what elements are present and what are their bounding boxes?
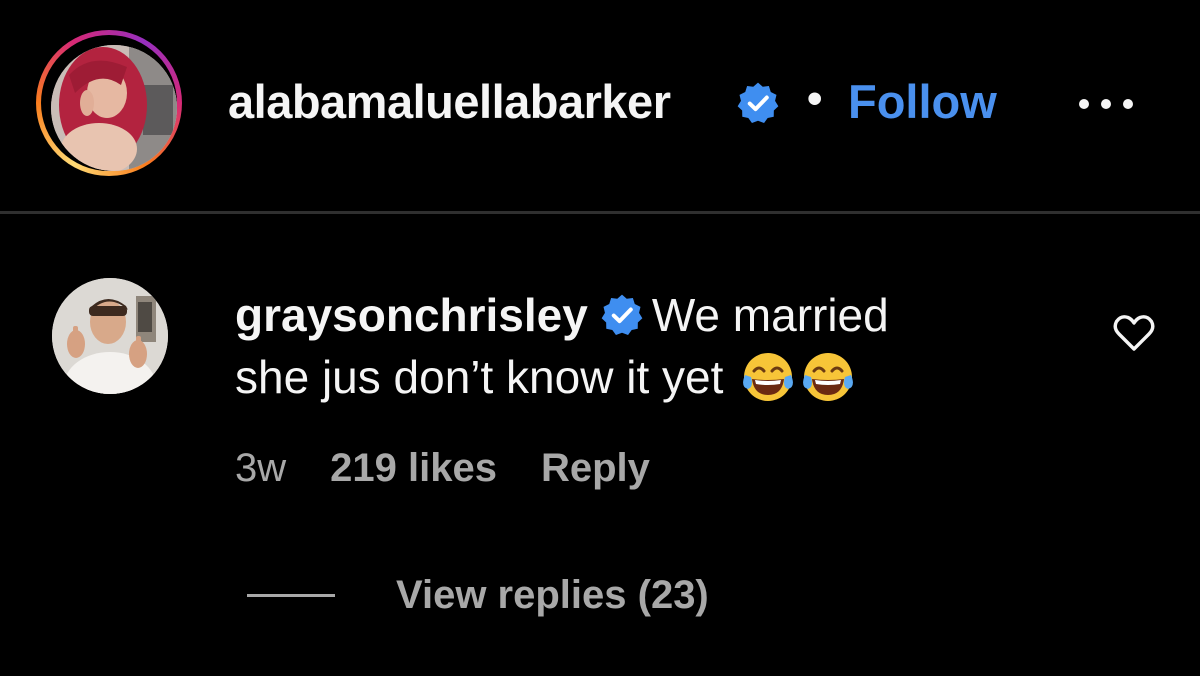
heart-outline-icon[interactable] [1112,313,1156,353]
comment-body: graysonchrisley We married she jus don’t… [235,284,1055,408]
author-username[interactable]: alabamaluellabarker [228,74,671,129]
commenter-avatar[interactable] [52,278,168,394]
header-divider [0,211,1200,214]
face-with-tears-of-joy-icon [743,353,794,401]
reply-button[interactable]: Reply [541,446,650,490]
more-options-icon[interactable] [1074,92,1138,116]
comment-line-1: graysonchrisley We married [235,284,1055,346]
face-with-tears-of-joy-icon [803,353,854,401]
comment-text-line1: We married [651,289,889,341]
story-ring-gap [41,35,177,171]
author-avatar[interactable] [51,45,177,171]
commenter-username[interactable]: graysonchrisley [235,289,588,341]
verified-badge-icon [601,294,643,336]
view-replies-button[interactable]: View replies (23) [396,573,709,618]
follow-button[interactable]: Follow [848,74,997,129]
story-ring[interactable] [36,30,182,176]
post-header: alabamaluellabarker • Follow [0,0,1200,212]
author-avatar-photo [51,45,177,171]
comment-meta: 3w 219 likes Reply [235,446,650,491]
replies-divider-line [247,594,335,597]
commenter-avatar-photo [52,278,168,394]
dot-separator: • [807,74,823,123]
comment-timestamp: 3w [235,446,287,490]
verified-badge-icon [737,82,779,124]
comment-likes[interactable]: 219 likes [330,446,497,490]
comment-line-2: she jus don’t know it yet [235,346,1055,408]
comment-text-line2: she jus don’t know it yet [235,351,724,403]
